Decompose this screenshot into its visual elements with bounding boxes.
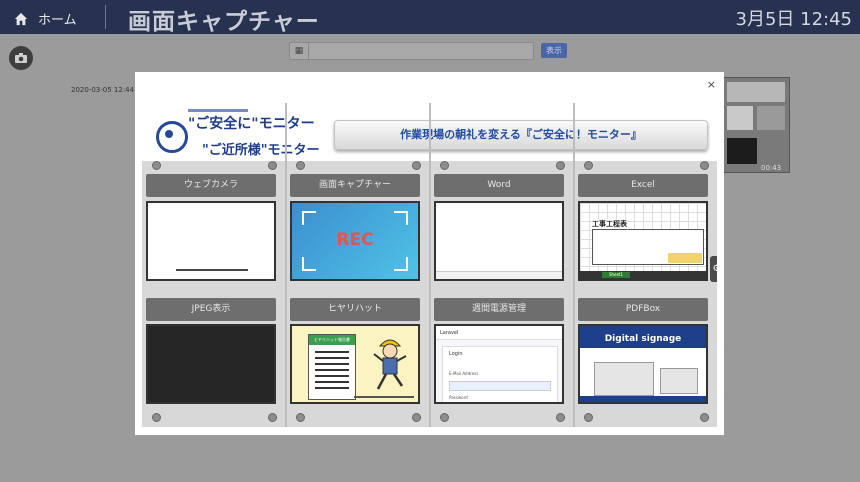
home-link[interactable]: ホーム — [14, 9, 77, 28]
tile-screen-capture[interactable]: REC — [290, 201, 420, 281]
logo-line2: "ご近所様"モニター — [202, 143, 320, 158]
column-divider — [429, 103, 431, 427]
frame-corner — [394, 257, 408, 271]
thumb-block — [727, 106, 753, 130]
close-button[interactable]: × — [707, 78, 716, 91]
excel-sheetbar — [580, 271, 706, 279]
laravel-nav: Laravel — [436, 326, 562, 340]
gear-icon[interactable] — [412, 161, 421, 170]
pdf-title: Digital signage — [580, 326, 706, 348]
tile-power-management[interactable]: Laravel Login E-Mail Address Password — [434, 324, 564, 404]
gear-icon[interactable] — [700, 161, 709, 170]
report-document: ヒヤリハット報告書 — [308, 334, 356, 400]
tile-label-screen-capture[interactable]: 画面キャプチャー — [290, 174, 420, 197]
tile-pdfbox[interactable]: Digital signage — [578, 324, 708, 404]
tile-webcam[interactable] — [146, 201, 276, 281]
frame-corner — [302, 211, 316, 225]
gear-icon[interactable] — [584, 161, 593, 170]
login-card: Login E-Mail Address Password — [442, 346, 558, 402]
gear-icon[interactable] — [440, 161, 449, 170]
excel-title: 工事工程表 — [592, 219, 627, 229]
gear-icon[interactable] — [296, 161, 305, 170]
word-statusbar — [436, 271, 562, 279]
pdf-subtitle — [580, 348, 706, 358]
logo-mark-icon — [156, 121, 188, 153]
ground-line — [354, 396, 414, 398]
report-line — [315, 351, 349, 353]
capture-thumbnail[interactable]: 00:43 — [722, 77, 790, 173]
report-line — [315, 357, 349, 359]
report-line — [315, 381, 349, 383]
captured-screen: "ご安全に"モニター "ご近所様"モニター 作業現場の朝礼を変える『ご安全に！モ… — [142, 103, 717, 427]
capture-button[interactable] — [9, 46, 33, 70]
pdf-footer — [580, 396, 706, 402]
gear-icon[interactable] — [556, 413, 565, 422]
password-label: Password — [449, 395, 468, 400]
gear-icon[interactable] — [152, 413, 161, 422]
gear-icon[interactable] — [440, 413, 449, 422]
worker-illustration — [373, 339, 407, 390]
excel-sheet-tab: Sheet1 — [602, 272, 630, 278]
tile-excel[interactable]: 工事工程表 Sheet1 — [578, 201, 708, 281]
email-label: E-Mail Address — [449, 371, 479, 376]
tile-jpeg[interactable] — [146, 324, 276, 404]
gear-icon[interactable] — [268, 161, 277, 170]
gear-icon[interactable] — [152, 161, 161, 170]
home-label: ホーム — [38, 13, 77, 28]
thumb-block — [727, 138, 757, 164]
report-line — [315, 369, 349, 371]
tile-hiyari[interactable]: ヒヤリハット報告書 — [290, 324, 420, 404]
tile-label-power[interactable]: 週間電源管理 — [434, 298, 564, 321]
clock: 3月5日 12:45 — [735, 9, 853, 30]
home-icon — [14, 12, 28, 25]
device-image — [594, 362, 654, 396]
gear-icon[interactable] — [556, 161, 565, 170]
settings-gear-icon[interactable]: ⚙ — [710, 256, 717, 282]
column-divider — [285, 103, 287, 427]
date-input[interactable]: ▦ — [289, 42, 534, 60]
tile-label-excel[interactable]: Excel — [578, 174, 708, 197]
device-image — [660, 368, 698, 394]
page-title: 画面キャプチャー — [128, 9, 320, 35]
report-line — [315, 363, 349, 365]
tile-label-word[interactable]: Word — [434, 174, 564, 197]
slogan-banner: 作業現場の朝礼を変える『ご安全に！モニター』 — [334, 120, 708, 150]
frame-corner — [302, 257, 316, 271]
gear-icon[interactable] — [296, 413, 305, 422]
tile-label-webcam[interactable]: ウェブカメラ — [146, 174, 276, 197]
thumb-block — [757, 106, 785, 130]
gear-icon[interactable] — [700, 413, 709, 422]
gear-icon[interactable] — [584, 413, 593, 422]
column-divider — [573, 103, 575, 427]
camera-icon — [15, 53, 27, 63]
top-bar: ホーム 画面キャプチャー 3月5日 12:45 — [0, 0, 860, 35]
webcam-bar — [176, 269, 248, 271]
rec-label: REC — [336, 230, 374, 250]
tile-label-hiyari[interactable]: ヒヤリハット — [290, 298, 420, 321]
tile-word[interactable] — [434, 201, 564, 281]
calendar-icon: ▦ — [290, 43, 309, 59]
thumb-block — [727, 82, 785, 102]
report-line — [315, 387, 349, 389]
logo-tagline — [188, 109, 248, 112]
show-button[interactable]: 表示 — [541, 43, 567, 58]
report-line — [315, 375, 349, 377]
gear-icon[interactable] — [412, 413, 421, 422]
frame-corner — [394, 211, 408, 225]
excel-highlight — [668, 253, 702, 263]
capture-modal: × "ご安全に"モニター "ご近所様"モニター 作業現場の朝礼を変える『ご安全に… — [135, 72, 724, 435]
header-divider — [105, 5, 106, 29]
email-field — [449, 381, 551, 391]
login-heading: Login — [449, 351, 463, 357]
report-title: ヒヤリハット報告書 — [309, 335, 355, 345]
gear-icon[interactable] — [268, 413, 277, 422]
tile-label-jpeg[interactable]: JPEG表示 — [146, 298, 276, 321]
tile-label-pdfbox[interactable]: PDFBox — [578, 298, 708, 321]
logo-line1: "ご安全に"モニター — [188, 116, 315, 132]
thumb-time: 00:43 — [761, 164, 782, 172]
